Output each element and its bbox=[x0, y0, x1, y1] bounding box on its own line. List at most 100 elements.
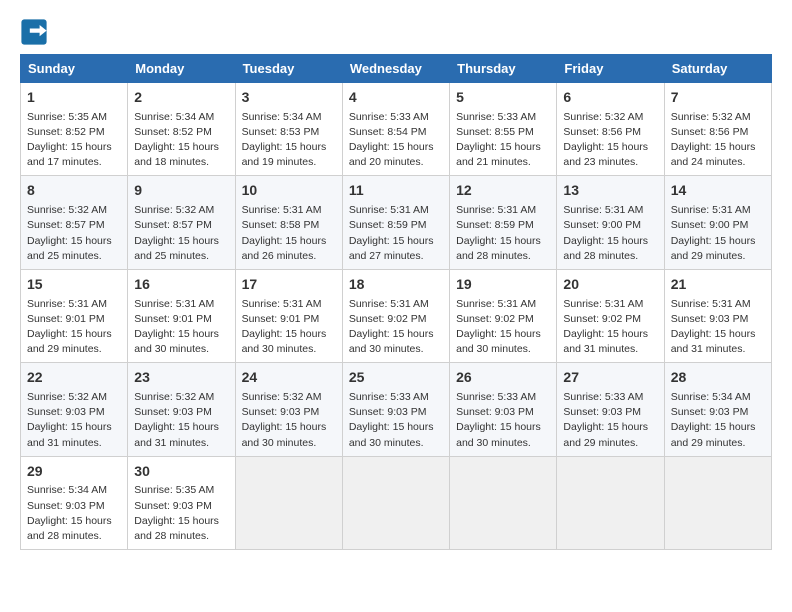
calendar-cell bbox=[664, 456, 771, 549]
day-info: Sunrise: 5:34 AM Sunset: 8:53 PM Dayligh… bbox=[242, 110, 336, 171]
header-cell-wednesday: Wednesday bbox=[342, 55, 449, 83]
day-info: Sunrise: 5:32 AM Sunset: 8:57 PM Dayligh… bbox=[27, 203, 121, 264]
day-number: 3 bbox=[242, 88, 336, 108]
day-number: 6 bbox=[563, 88, 657, 108]
calendar-cell: 30Sunrise: 5:35 AM Sunset: 9:03 PM Dayli… bbox=[128, 456, 235, 549]
day-number: 18 bbox=[349, 275, 443, 295]
header-cell-thursday: Thursday bbox=[450, 55, 557, 83]
calendar-cell: 11Sunrise: 5:31 AM Sunset: 8:59 PM Dayli… bbox=[342, 176, 449, 269]
day-number: 5 bbox=[456, 88, 550, 108]
calendar-cell: 16Sunrise: 5:31 AM Sunset: 9:01 PM Dayli… bbox=[128, 269, 235, 362]
day-number: 29 bbox=[27, 462, 121, 482]
header-cell-sunday: Sunday bbox=[21, 55, 128, 83]
header bbox=[20, 18, 772, 46]
calendar-cell: 27Sunrise: 5:33 AM Sunset: 9:03 PM Dayli… bbox=[557, 363, 664, 456]
day-info: Sunrise: 5:31 AM Sunset: 9:00 PM Dayligh… bbox=[671, 203, 765, 264]
calendar: SundayMondayTuesdayWednesdayThursdayFrid… bbox=[20, 54, 772, 550]
day-number: 19 bbox=[456, 275, 550, 295]
calendar-cell: 12Sunrise: 5:31 AM Sunset: 8:59 PM Dayli… bbox=[450, 176, 557, 269]
day-info: Sunrise: 5:34 AM Sunset: 9:03 PM Dayligh… bbox=[27, 483, 121, 544]
day-number: 14 bbox=[671, 181, 765, 201]
calendar-cell: 17Sunrise: 5:31 AM Sunset: 9:01 PM Dayli… bbox=[235, 269, 342, 362]
calendar-cell: 22Sunrise: 5:32 AM Sunset: 9:03 PM Dayli… bbox=[21, 363, 128, 456]
day-info: Sunrise: 5:31 AM Sunset: 9:01 PM Dayligh… bbox=[27, 297, 121, 358]
day-info: Sunrise: 5:31 AM Sunset: 9:00 PM Dayligh… bbox=[563, 203, 657, 264]
day-info: Sunrise: 5:31 AM Sunset: 9:03 PM Dayligh… bbox=[671, 297, 765, 358]
calendar-cell: 18Sunrise: 5:31 AM Sunset: 9:02 PM Dayli… bbox=[342, 269, 449, 362]
day-number: 8 bbox=[27, 181, 121, 201]
day-number: 24 bbox=[242, 368, 336, 388]
calendar-cell: 21Sunrise: 5:31 AM Sunset: 9:03 PM Dayli… bbox=[664, 269, 771, 362]
day-info: Sunrise: 5:32 AM Sunset: 9:03 PM Dayligh… bbox=[134, 390, 228, 451]
calendar-cell: 9Sunrise: 5:32 AM Sunset: 8:57 PM Daylig… bbox=[128, 176, 235, 269]
header-cell-friday: Friday bbox=[557, 55, 664, 83]
calendar-cell: 15Sunrise: 5:31 AM Sunset: 9:01 PM Dayli… bbox=[21, 269, 128, 362]
day-number: 26 bbox=[456, 368, 550, 388]
calendar-cell bbox=[342, 456, 449, 549]
calendar-row-3: 15Sunrise: 5:31 AM Sunset: 9:01 PM Dayli… bbox=[21, 269, 772, 362]
day-info: Sunrise: 5:32 AM Sunset: 8:56 PM Dayligh… bbox=[671, 110, 765, 171]
calendar-cell: 23Sunrise: 5:32 AM Sunset: 9:03 PM Dayli… bbox=[128, 363, 235, 456]
calendar-cell: 8Sunrise: 5:32 AM Sunset: 8:57 PM Daylig… bbox=[21, 176, 128, 269]
calendar-cell: 3Sunrise: 5:34 AM Sunset: 8:53 PM Daylig… bbox=[235, 83, 342, 176]
day-info: Sunrise: 5:32 AM Sunset: 8:56 PM Dayligh… bbox=[563, 110, 657, 171]
day-info: Sunrise: 5:32 AM Sunset: 9:03 PM Dayligh… bbox=[27, 390, 121, 451]
calendar-cell: 25Sunrise: 5:33 AM Sunset: 9:03 PM Dayli… bbox=[342, 363, 449, 456]
calendar-cell: 1Sunrise: 5:35 AM Sunset: 8:52 PM Daylig… bbox=[21, 83, 128, 176]
day-number: 7 bbox=[671, 88, 765, 108]
day-info: Sunrise: 5:31 AM Sunset: 9:02 PM Dayligh… bbox=[563, 297, 657, 358]
day-number: 15 bbox=[27, 275, 121, 295]
calendar-cell bbox=[235, 456, 342, 549]
calendar-cell: 20Sunrise: 5:31 AM Sunset: 9:02 PM Dayli… bbox=[557, 269, 664, 362]
day-number: 28 bbox=[671, 368, 765, 388]
day-number: 10 bbox=[242, 181, 336, 201]
calendar-row-2: 8Sunrise: 5:32 AM Sunset: 8:57 PM Daylig… bbox=[21, 176, 772, 269]
calendar-cell bbox=[557, 456, 664, 549]
day-number: 23 bbox=[134, 368, 228, 388]
logo bbox=[20, 18, 52, 46]
day-info: Sunrise: 5:31 AM Sunset: 9:02 PM Dayligh… bbox=[349, 297, 443, 358]
day-info: Sunrise: 5:31 AM Sunset: 8:59 PM Dayligh… bbox=[456, 203, 550, 264]
day-number: 9 bbox=[134, 181, 228, 201]
day-info: Sunrise: 5:34 AM Sunset: 9:03 PM Dayligh… bbox=[671, 390, 765, 451]
day-number: 11 bbox=[349, 181, 443, 201]
calendar-cell: 2Sunrise: 5:34 AM Sunset: 8:52 PM Daylig… bbox=[128, 83, 235, 176]
day-info: Sunrise: 5:33 AM Sunset: 8:55 PM Dayligh… bbox=[456, 110, 550, 171]
calendar-cell: 10Sunrise: 5:31 AM Sunset: 8:58 PM Dayli… bbox=[235, 176, 342, 269]
calendar-cell: 24Sunrise: 5:32 AM Sunset: 9:03 PM Dayli… bbox=[235, 363, 342, 456]
day-number: 17 bbox=[242, 275, 336, 295]
day-info: Sunrise: 5:31 AM Sunset: 9:01 PM Dayligh… bbox=[134, 297, 228, 358]
calendar-cell: 28Sunrise: 5:34 AM Sunset: 9:03 PM Dayli… bbox=[664, 363, 771, 456]
day-number: 12 bbox=[456, 181, 550, 201]
header-cell-tuesday: Tuesday bbox=[235, 55, 342, 83]
logo-icon bbox=[20, 18, 48, 46]
day-info: Sunrise: 5:33 AM Sunset: 9:03 PM Dayligh… bbox=[563, 390, 657, 451]
day-number: 13 bbox=[563, 181, 657, 201]
header-cell-monday: Monday bbox=[128, 55, 235, 83]
day-info: Sunrise: 5:32 AM Sunset: 9:03 PM Dayligh… bbox=[242, 390, 336, 451]
day-info: Sunrise: 5:35 AM Sunset: 9:03 PM Dayligh… bbox=[134, 483, 228, 544]
calendar-cell: 4Sunrise: 5:33 AM Sunset: 8:54 PM Daylig… bbox=[342, 83, 449, 176]
day-info: Sunrise: 5:31 AM Sunset: 9:02 PM Dayligh… bbox=[456, 297, 550, 358]
day-info: Sunrise: 5:33 AM Sunset: 9:03 PM Dayligh… bbox=[349, 390, 443, 451]
day-info: Sunrise: 5:31 AM Sunset: 8:58 PM Dayligh… bbox=[242, 203, 336, 264]
day-number: 25 bbox=[349, 368, 443, 388]
page: SundayMondayTuesdayWednesdayThursdayFrid… bbox=[0, 0, 792, 568]
header-row: SundayMondayTuesdayWednesdayThursdayFrid… bbox=[21, 55, 772, 83]
calendar-cell: 7Sunrise: 5:32 AM Sunset: 8:56 PM Daylig… bbox=[664, 83, 771, 176]
calendar-cell: 26Sunrise: 5:33 AM Sunset: 9:03 PM Dayli… bbox=[450, 363, 557, 456]
day-info: Sunrise: 5:33 AM Sunset: 8:54 PM Dayligh… bbox=[349, 110, 443, 171]
day-number: 2 bbox=[134, 88, 228, 108]
calendar-cell: 14Sunrise: 5:31 AM Sunset: 9:00 PM Dayli… bbox=[664, 176, 771, 269]
day-info: Sunrise: 5:34 AM Sunset: 8:52 PM Dayligh… bbox=[134, 110, 228, 171]
header-cell-saturday: Saturday bbox=[664, 55, 771, 83]
day-info: Sunrise: 5:33 AM Sunset: 9:03 PM Dayligh… bbox=[456, 390, 550, 451]
calendar-cell: 5Sunrise: 5:33 AM Sunset: 8:55 PM Daylig… bbox=[450, 83, 557, 176]
day-number: 16 bbox=[134, 275, 228, 295]
day-number: 20 bbox=[563, 275, 657, 295]
day-number: 4 bbox=[349, 88, 443, 108]
day-number: 22 bbox=[27, 368, 121, 388]
calendar-row-1: 1Sunrise: 5:35 AM Sunset: 8:52 PM Daylig… bbox=[21, 83, 772, 176]
calendar-cell: 6Sunrise: 5:32 AM Sunset: 8:56 PM Daylig… bbox=[557, 83, 664, 176]
calendar-cell: 29Sunrise: 5:34 AM Sunset: 9:03 PM Dayli… bbox=[21, 456, 128, 549]
